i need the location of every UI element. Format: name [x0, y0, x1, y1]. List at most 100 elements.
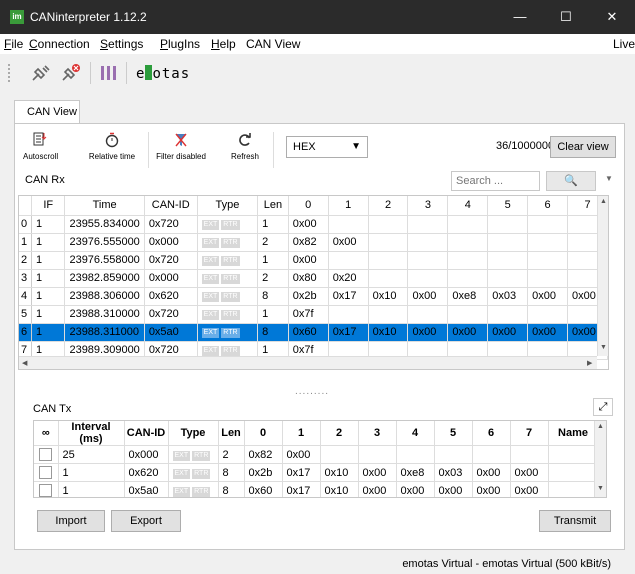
rx-col-b0[interactable]: 0: [288, 196, 329, 216]
rx-col-b6[interactable]: 6: [527, 196, 569, 216]
tx-cell-byte-4[interactable]: 0x00: [396, 481, 435, 497]
menu-live[interactable]: Live: [613, 37, 635, 51]
tx-cell-len[interactable]: 8: [218, 463, 245, 482]
cyclic-checkbox[interactable]: [39, 448, 53, 461]
tx-col-b7[interactable]: 7: [510, 421, 549, 446]
tx-cell-byte-6[interactable]: [472, 445, 511, 464]
menu-help[interactable]: Help: [211, 37, 236, 51]
ext-flag[interactable]: EXT: [201, 346, 220, 356]
rtr-flag[interactable]: RTR: [192, 468, 211, 479]
scroll-up-icon[interactable]: ▲: [600, 198, 607, 205]
tx-cell-byte-4[interactable]: 0xe8: [396, 463, 435, 482]
rtr-flag[interactable]: RTR: [221, 238, 240, 248]
tx-cell-name[interactable]: [548, 445, 599, 464]
table-row[interactable]: 1 0x5a0 EXT RTR 8 0x60 0x17 0x10 0x00 0x00 0x00 0x0…: [34, 481, 599, 497]
relative-time-button[interactable]: Relative time: [85, 132, 139, 161]
rtr-flag[interactable]: RTR: [221, 256, 240, 266]
tx-cell-byte-4[interactable]: [396, 445, 435, 464]
tx-cell-byte-1[interactable]: 0x17: [282, 481, 321, 497]
rtr-flag[interactable]: RTR: [221, 220, 240, 230]
rx-corner[interactable]: [19, 196, 32, 216]
rtr-flag[interactable]: RTR: [221, 328, 240, 338]
ext-flag[interactable]: EXT: [201, 328, 220, 338]
search-input[interactable]: Search ...: [451, 171, 540, 191]
ext-flag[interactable]: EXT: [201, 220, 220, 230]
tx-col-can-id[interactable]: CAN-ID: [124, 421, 169, 446]
ext-flag[interactable]: EXT: [172, 486, 191, 497]
tx-cell-interval[interactable]: 25: [58, 445, 125, 464]
tx-col-b1[interactable]: 1: [282, 421, 321, 446]
minimize-button[interactable]: —: [497, 0, 543, 34]
tx-cell-byte-0[interactable]: 0x60: [244, 481, 283, 497]
clear-view-button[interactable]: Clear view: [550, 136, 616, 158]
table-row[interactable]: 3 1 23982.859000 0x000 EXT RTR 2 0x80 0x20: [19, 269, 608, 288]
menu-file[interactable]: File: [4, 37, 23, 51]
tx-cell-len[interactable]: 8: [218, 481, 245, 497]
tx-cell-can-id[interactable]: 0x000: [124, 445, 169, 464]
refresh-button[interactable]: Refresh: [227, 132, 263, 161]
export-button[interactable]: Export: [111, 510, 181, 532]
tab-can-view[interactable]: CAN View: [14, 100, 80, 124]
tx-cell-byte-0[interactable]: 0x82: [244, 445, 283, 464]
ext-flag[interactable]: EXT: [201, 292, 220, 302]
rx-col-time[interactable]: Time: [64, 196, 145, 216]
rtr-flag[interactable]: RTR: [192, 486, 211, 497]
tx-cell-byte-1[interactable]: 0x00: [282, 445, 321, 464]
tx-cell-byte-7[interactable]: 0x00: [510, 463, 549, 482]
connect-icon[interactable]: [30, 63, 52, 83]
tx-col-b5[interactable]: 5: [434, 421, 473, 446]
table-row[interactable]: 1 1 23976.555000 0x000 EXT RTR 2 0x82 0x00: [19, 233, 608, 252]
tx-cell-interval[interactable]: 1: [58, 463, 125, 482]
tx-cell-name[interactable]: [548, 481, 599, 497]
tx-col-type[interactable]: Type: [168, 421, 219, 446]
tx-cell-byte-6[interactable]: 0x00: [472, 481, 511, 497]
scroll-down-icon[interactable]: ▼: [597, 485, 604, 492]
rtr-flag[interactable]: RTR: [221, 292, 240, 302]
rx-horizontal-scrollbar[interactable]: ◀ ▶: [19, 356, 597, 369]
tx-col-interval[interactable]: Interval (ms): [58, 421, 125, 446]
rx-col-can-id[interactable]: CAN-ID: [144, 196, 198, 216]
rtr-flag[interactable]: RTR: [221, 274, 240, 284]
tx-col-len[interactable]: Len: [218, 421, 245, 446]
tx-cell-byte-7[interactable]: [510, 445, 549, 464]
tx-cell-byte-5[interactable]: 0x00: [434, 481, 473, 497]
tx-cell-len[interactable]: 2: [218, 445, 245, 464]
import-button[interactable]: Import: [37, 510, 105, 532]
tx-cell-byte-2[interactable]: [320, 445, 359, 464]
autoscroll-button[interactable]: Autoscroll: [23, 132, 58, 161]
tx-col-b0[interactable]: 0: [244, 421, 283, 446]
rx-col-type[interactable]: Type: [197, 196, 259, 216]
table-row[interactable]: 0 1 23955.834000 0x720 EXT RTR 1 0x00: [19, 215, 608, 234]
tx-col-b2[interactable]: 2: [320, 421, 359, 446]
format-select[interactable]: HEX ▼: [286, 136, 368, 158]
expand-icon[interactable]: ⤢: [593, 398, 613, 416]
transmit-button[interactable]: Transmit: [539, 510, 611, 532]
tx-cell-can-id[interactable]: 0x620: [124, 463, 169, 482]
rtr-flag[interactable]: RTR: [192, 450, 211, 461]
rx-col-len[interactable]: Len: [257, 196, 289, 216]
tx-cell-interval[interactable]: 1: [58, 481, 125, 497]
tx-col-name[interactable]: Name: [548, 421, 599, 446]
tx-cell-byte-3[interactable]: 0x00: [358, 463, 397, 482]
ext-flag[interactable]: EXT: [201, 274, 220, 284]
search-icon[interactable]: 🔍: [546, 171, 596, 191]
rx-col-if[interactable]: IF: [31, 196, 66, 216]
tx-cell-can-id[interactable]: 0x5a0: [124, 481, 169, 497]
tx-vertical-scrollbar[interactable]: ▲ ▼: [594, 421, 606, 497]
scroll-left-icon[interactable]: ◀: [22, 359, 27, 367]
tx-cell-name[interactable]: [548, 463, 599, 482]
cyclic-checkbox[interactable]: [39, 484, 53, 497]
tx-cell-byte-3[interactable]: [358, 445, 397, 464]
tx-col-b3[interactable]: 3: [358, 421, 397, 446]
tx-cell-byte-1[interactable]: 0x17: [282, 463, 321, 482]
rtr-flag[interactable]: RTR: [221, 310, 240, 320]
maximize-button[interactable]: ☐: [543, 0, 589, 34]
close-button[interactable]: ✕: [589, 0, 635, 34]
search-options-dropdown[interactable]: ▼: [605, 174, 613, 183]
table-row[interactable]: 5 1 23988.310000 0x720 EXT RTR 1 0x7f: [19, 305, 608, 324]
filter-button[interactable]: Filter disabled: [153, 132, 209, 161]
tx-cell-byte-0[interactable]: 0x2b: [244, 463, 283, 482]
disconnect-icon[interactable]: [60, 63, 82, 83]
menu-connection[interactable]: Connection: [29, 37, 90, 51]
scroll-down-icon[interactable]: ▼: [600, 344, 607, 351]
